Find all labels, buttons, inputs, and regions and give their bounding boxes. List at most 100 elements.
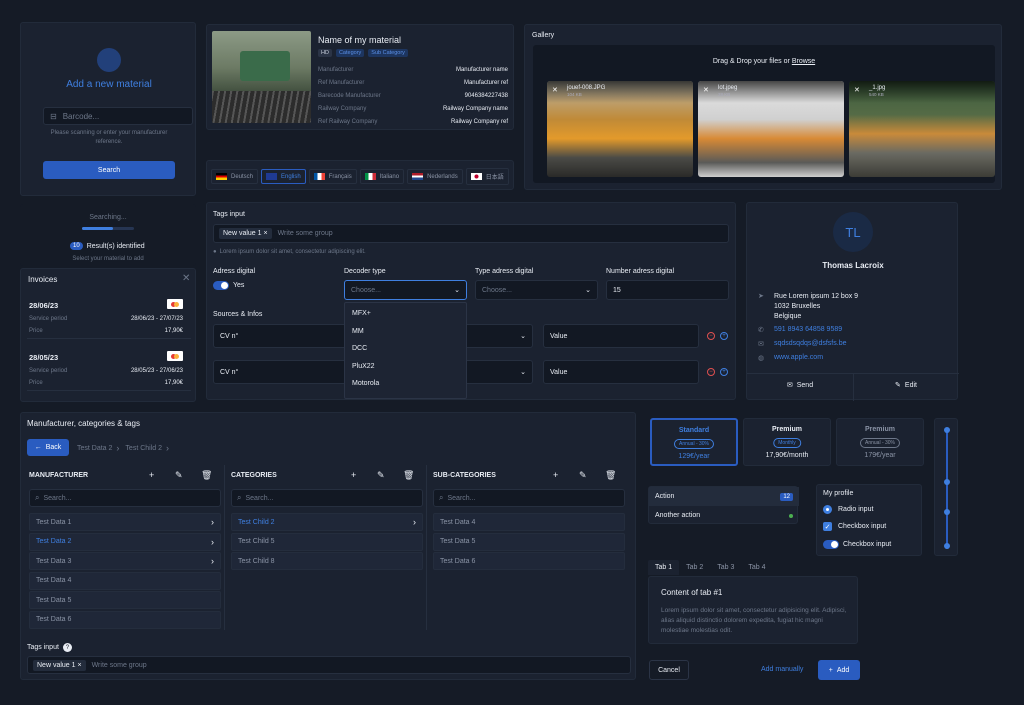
column-list-item[interactable]: Test Data 4 bbox=[433, 513, 625, 531]
remove-file-icon[interactable]: ✕ bbox=[552, 86, 558, 94]
slider-handle[interactable] bbox=[944, 543, 950, 549]
result-row: 10 Result(s) identified bbox=[70, 242, 145, 250]
gallery-thumbnail[interactable]: ✕ jouef-008.JPG 104 KB bbox=[547, 81, 693, 177]
remove-row-icon[interactable]: − bbox=[707, 368, 715, 376]
column-list-item[interactable]: Test Data 4 bbox=[29, 571, 221, 590]
slider-handle[interactable] bbox=[944, 479, 950, 485]
cv-value-input[interactable]: Value bbox=[543, 360, 699, 384]
tab-4[interactable]: Tab 4 bbox=[741, 560, 772, 575]
decoder-option[interactable]: PluX22 bbox=[352, 363, 375, 370]
remove-file-icon[interactable]: ✕ bbox=[703, 86, 709, 94]
column-list-item[interactable]: Test Data 6 bbox=[433, 552, 625, 570]
close-icon[interactable]: ✕ bbox=[182, 273, 190, 284]
help-icon[interactable]: ? bbox=[62, 643, 72, 652]
trash-icon[interactable]: 🗑 bbox=[605, 470, 616, 481]
pricing-card-1[interactable]: Premium Monthly 17,90€/month bbox=[743, 418, 831, 466]
remove-file-icon[interactable]: ✕ bbox=[854, 86, 860, 94]
another-action-item[interactable]: Another action bbox=[649, 506, 799, 525]
checkbox-input[interactable]: ✓ bbox=[823, 522, 832, 531]
profile-website[interactable]: www.apple.com bbox=[774, 354, 823, 361]
cat-tags-input[interactable]: New value 1 × Write some group bbox=[27, 656, 631, 674]
search-button[interactable]: Search bbox=[43, 161, 175, 179]
decoder-select[interactable]: Choose... ⌄ bbox=[344, 280, 467, 300]
tag-remove-icon[interactable]: × bbox=[263, 230, 267, 237]
add-icon[interactable]: + bbox=[553, 470, 558, 480]
column-search-input[interactable]: ⌕ Search... bbox=[231, 489, 423, 507]
column-list-item[interactable]: Test Data 5 bbox=[433, 532, 625, 551]
edit-icon[interactable]: ✎ bbox=[175, 470, 183, 481]
add-button[interactable]: + Add bbox=[818, 660, 860, 680]
column-list-item[interactable]: Test Child 8 bbox=[231, 552, 423, 570]
decoder-option[interactable]: Motorola bbox=[352, 380, 379, 387]
add-icon[interactable]: + bbox=[351, 470, 356, 480]
language-option-1[interactable]: English bbox=[261, 169, 306, 184]
column-list-item[interactable]: Test Child 5 bbox=[231, 532, 423, 551]
column-list-item[interactable]: Test Data 6 bbox=[29, 610, 221, 629]
column-list-item[interactable]: Test Data 2 › bbox=[29, 532, 221, 551]
tags-input[interactable]: New value 1 × Write some group bbox=[213, 224, 729, 243]
my-profile-title: My profile bbox=[823, 490, 854, 497]
invoice-item[interactable]: 28/06/23 Service period 28/06/23 - 27/07/2… bbox=[27, 293, 191, 339]
column-search-input[interactable]: ⌕ Search... bbox=[29, 489, 221, 507]
slider-handle[interactable] bbox=[944, 427, 950, 433]
gallery-thumbnail[interactable]: ✕ _1.jpg 540 KB bbox=[849, 81, 995, 177]
column-search-input[interactable]: ⌕ Search... bbox=[433, 489, 625, 507]
add-row-icon[interactable]: + bbox=[720, 368, 728, 376]
slider-handle[interactable] bbox=[944, 509, 950, 515]
tab-body: Lorem ipsum dolor sit amet, consectetur … bbox=[661, 607, 847, 634]
send-button[interactable]: ✉ Send bbox=[747, 381, 853, 390]
language-option-4[interactable]: Nederlands bbox=[407, 169, 463, 184]
remove-row-icon[interactable]: − bbox=[707, 332, 715, 340]
back-button[interactable]: ← Back bbox=[27, 439, 69, 456]
address-toggle[interactable] bbox=[213, 281, 229, 290]
add-icon[interactable]: + bbox=[149, 470, 154, 480]
add-row-icon[interactable]: + bbox=[720, 332, 728, 340]
trash-icon[interactable]: 🗑 bbox=[403, 470, 414, 481]
tag-remove-icon[interactable]: × bbox=[77, 662, 81, 669]
profile-phone[interactable]: 591 8943 64858 9589 bbox=[774, 326, 842, 333]
cancel-button[interactable]: Cancel bbox=[649, 660, 689, 680]
pricing-card-2[interactable]: Premium Annual - 30% 179€/year bbox=[836, 418, 924, 466]
drop-zone[interactable]: Drag & Drop your files or Browse ✕ jouef-… bbox=[533, 45, 995, 183]
language-option-5[interactable]: 日本語 bbox=[465, 168, 509, 185]
add-manually-link[interactable]: Add manually bbox=[761, 666, 803, 673]
toggle-row[interactable]: Checkbox input bbox=[823, 540, 891, 549]
browse-link[interactable]: Browse bbox=[792, 58, 815, 65]
action-item[interactable]: Action 12 bbox=[649, 487, 799, 506]
decoder-option[interactable]: DCC bbox=[352, 345, 367, 352]
profile-email[interactable]: sqdsdsqdqs@dsfsfs.be bbox=[774, 340, 846, 347]
edit-icon[interactable]: ✎ bbox=[377, 470, 385, 481]
type-address-select[interactable]: Choose... ⌄ bbox=[475, 280, 598, 300]
search-icon: ⌕ bbox=[237, 493, 242, 502]
checkbox-row[interactable]: ✓ Checkbox input bbox=[823, 522, 886, 531]
column-list-item[interactable]: Test Data 1 › bbox=[29, 513, 221, 531]
radio-row[interactable]: Radio input bbox=[823, 505, 873, 514]
edit-button[interactable]: ✎ Edit bbox=[853, 381, 959, 390]
tab-2[interactable]: Tab 2 bbox=[679, 560, 710, 575]
gallery-thumbnail[interactable]: ✕ lot.jpeg 28 KB bbox=[698, 81, 844, 177]
decoder-option[interactable]: SSX bbox=[352, 398, 366, 399]
column-list-item[interactable]: Test Child 2 › bbox=[231, 513, 423, 531]
radio-input[interactable] bbox=[823, 505, 832, 514]
vertical-slider[interactable] bbox=[934, 418, 958, 556]
language-option-2[interactable]: Français bbox=[308, 169, 357, 184]
toggle-switch[interactable] bbox=[823, 540, 839, 549]
invoice-item[interactable]: 28/05/23 Service period 28/05/23 - 27/06/2… bbox=[27, 345, 191, 391]
number-address-input[interactable]: 15 bbox=[606, 280, 729, 300]
edit-icon[interactable]: ✎ bbox=[579, 470, 587, 481]
breadcrumb-item[interactable]: Test Child 2 bbox=[125, 445, 162, 452]
tab-3[interactable]: Tab 3 bbox=[710, 560, 741, 575]
tab-panel: Content of tab #1 Lorem ipsum dolor sit … bbox=[648, 576, 858, 644]
decoder-option[interactable]: MM bbox=[352, 328, 364, 335]
column-list-item[interactable]: Test Data 5 bbox=[29, 591, 221, 609]
barcode-input[interactable]: ⊟ Barcode... bbox=[43, 107, 193, 125]
trash-icon[interactable]: 🗑 bbox=[201, 470, 212, 481]
language-option-0[interactable]: Deutsch bbox=[211, 169, 259, 184]
cv-value-input[interactable]: Value bbox=[543, 324, 699, 348]
breadcrumb-item[interactable]: Test Data 2 bbox=[77, 445, 112, 452]
decoder-option[interactable]: MFX+ bbox=[352, 310, 371, 317]
column-list-item[interactable]: Test Data 3 › bbox=[29, 552, 221, 570]
language-option-3[interactable]: Italiano bbox=[359, 169, 405, 184]
pricing-card-0[interactable]: Standard Annual - 30% 129€/year bbox=[650, 418, 738, 466]
tab-1[interactable]: Tab 1 bbox=[648, 560, 680, 575]
